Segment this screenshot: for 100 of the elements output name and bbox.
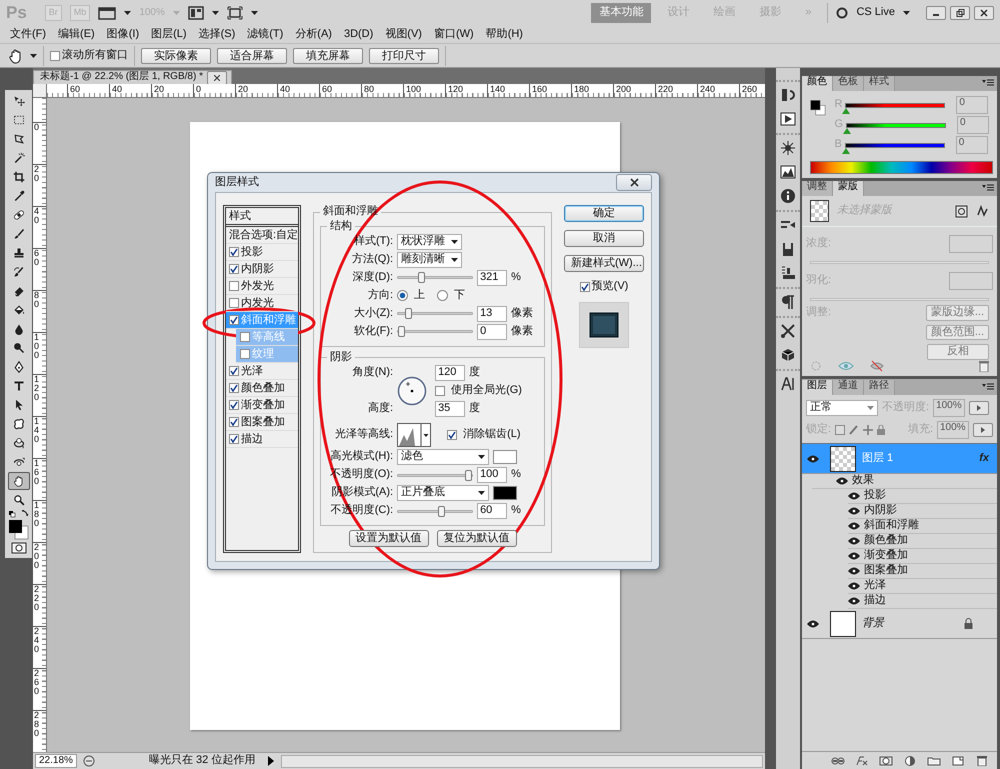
number-field[interactable] (949, 235, 993, 253)
checkbox[interactable] (435, 386, 446, 396)
checkbox[interactable] (229, 434, 239, 444)
menu-item[interactable]: 分析(A) (289, 28, 338, 42)
number-field[interactable]: 35 (435, 401, 466, 417)
number-field[interactable]: 321 (477, 270, 508, 286)
dropdown[interactable]: 雕刻清晰 (397, 252, 462, 268)
panel-menu-icon[interactable] (982, 79, 994, 86)
menu-item[interactable]: 3D(D) (338, 28, 380, 42)
quick-mask-icon[interactable] (10, 542, 26, 554)
number-field[interactable] (949, 272, 993, 290)
layer-row[interactable]: 背景 (802, 609, 997, 639)
lock-pixels-icon[interactable] (849, 425, 860, 435)
lock-transparency-icon[interactable] (835, 425, 846, 435)
effect-name[interactable]: 描边 (864, 594, 886, 608)
dialog-button[interactable]: 复位为默认值 (436, 530, 517, 547)
close-tab-button[interactable] (206, 70, 227, 84)
number-field[interactable]: 100% (937, 421, 969, 439)
layer-name[interactable]: 背景 (862, 616, 884, 630)
effect-name[interactable]: 光泽 (864, 579, 886, 593)
list-item[interactable]: 投影 (226, 244, 298, 262)
eye-icon[interactable] (848, 492, 860, 500)
dropdown[interactable]: 滤色 (397, 449, 490, 465)
checkbox[interactable] (229, 383, 239, 394)
list-item[interactable]: 外发光 (226, 278, 298, 296)
list-item[interactable]: 内阴影 (226, 261, 298, 278)
effect-name[interactable]: 内阴影 (864, 504, 897, 518)
menu-item[interactable]: 帮助(H) (480, 28, 529, 42)
panel-button[interactable]: 蒙版边缘... (926, 304, 989, 320)
dialog-button[interactable]: 新建样式(W)... (564, 255, 644, 272)
caret-icon[interactable] (212, 11, 219, 15)
slider-thumb[interactable] (843, 128, 851, 134)
checkbox[interactable] (229, 400, 239, 410)
blend-mode-dropdown[interactable]: 正常 (806, 400, 878, 416)
color-swatch[interactable] (493, 486, 518, 500)
number-field[interactable]: 100% (933, 399, 966, 417)
menu-item[interactable]: 选择(S) (192, 28, 242, 42)
eye-icon[interactable] (848, 537, 860, 545)
panel-button[interactable]: 反相 (927, 344, 989, 360)
list-item[interactable]: 描边 (226, 431, 298, 448)
trash-icon[interactable] (979, 360, 989, 372)
close-button[interactable] (616, 174, 652, 192)
menu-item[interactable]: 编辑(E) (52, 28, 101, 42)
panel-menu-icon[interactable] (982, 184, 994, 192)
screen-mode-icon[interactable] (226, 6, 243, 20)
info-icon[interactable] (780, 188, 796, 204)
number-field[interactable]: 60 (477, 503, 508, 519)
checkbox[interactable] (580, 282, 590, 292)
slider-thumb[interactable] (438, 506, 446, 516)
angle-dial[interactable] (397, 376, 428, 406)
history-panel-icon[interactable] (780, 87, 796, 103)
panel-button[interactable]: 颜色范围... (926, 324, 989, 340)
eye-icon[interactable] (848, 567, 860, 575)
list-item[interactable]: 光泽 (226, 363, 298, 380)
eye-icon[interactable] (848, 582, 860, 590)
eye-hidden-icon[interactable] (870, 360, 884, 372)
zoom-field[interactable]: 22.18% (35, 754, 77, 768)
toolbar-button[interactable]: 填充屏幕 (293, 48, 363, 64)
number-field[interactable]: 0 (956, 136, 988, 154)
caret-icon[interactable] (250, 11, 258, 15)
effect-name[interactable]: 图案叠加 (864, 564, 908, 578)
slider-thumb[interactable] (842, 148, 850, 154)
list-item[interactable]: 混合选项:自定 (226, 227, 298, 244)
checkbox[interactable] (240, 332, 250, 342)
panel-tab[interactable]: 调整 (802, 181, 833, 196)
adjustment-icon[interactable] (903, 756, 917, 766)
film-strip-icon[interactable] (98, 6, 116, 20)
checkbox[interactable] (447, 430, 458, 440)
crossed-tools-icon[interactable] (780, 323, 796, 339)
eye-icon[interactable] (807, 454, 819, 462)
hand-icon[interactable] (8, 472, 30, 490)
radio-button[interactable] (397, 290, 408, 302)
list-item[interactable]: 颜色叠加 (226, 380, 298, 398)
lock-position-icon[interactable] (863, 425, 874, 435)
new-layer-icon[interactable] (951, 756, 965, 766)
panel-tab[interactable]: 颜色 (802, 76, 833, 91)
toolbar-button[interactable]: 实际像素 (141, 48, 211, 64)
mask-icon[interactable] (879, 756, 893, 766)
panel-tab[interactable]: 路径 (864, 380, 895, 395)
radio-button[interactable] (437, 290, 448, 302)
slider-thumb[interactable] (398, 326, 406, 338)
list-item[interactable]: 渐变叠加 (226, 397, 298, 414)
slider-thumb[interactable] (418, 272, 426, 284)
minimize-button[interactable] (926, 6, 946, 20)
color-swatch[interactable] (493, 450, 518, 464)
effect-name[interactable]: 斜面和浮雕 (864, 519, 919, 533)
panel-tab[interactable]: 样式 (864, 76, 895, 91)
restore-button[interactable] (950, 6, 970, 20)
expand-arrow-icon[interactable] (267, 756, 276, 766)
layer-row[interactable]: 图层 1 fx (802, 444, 997, 474)
panel-tab[interactable]: 图层 (802, 380, 833, 395)
panel-tab[interactable]: 色板 (833, 76, 864, 91)
cube-icon[interactable] (780, 347, 796, 363)
ring-icon[interactable] (836, 7, 848, 19)
checkbox[interactable] (229, 315, 239, 326)
dialog-button[interactable]: 设置为默认值 (348, 530, 429, 547)
list-item[interactable]: 图案叠加 (226, 414, 298, 432)
link-icon[interactable] (831, 756, 845, 766)
stepper-button[interactable] (973, 423, 993, 437)
tool-presets-icon[interactable] (780, 265, 796, 281)
